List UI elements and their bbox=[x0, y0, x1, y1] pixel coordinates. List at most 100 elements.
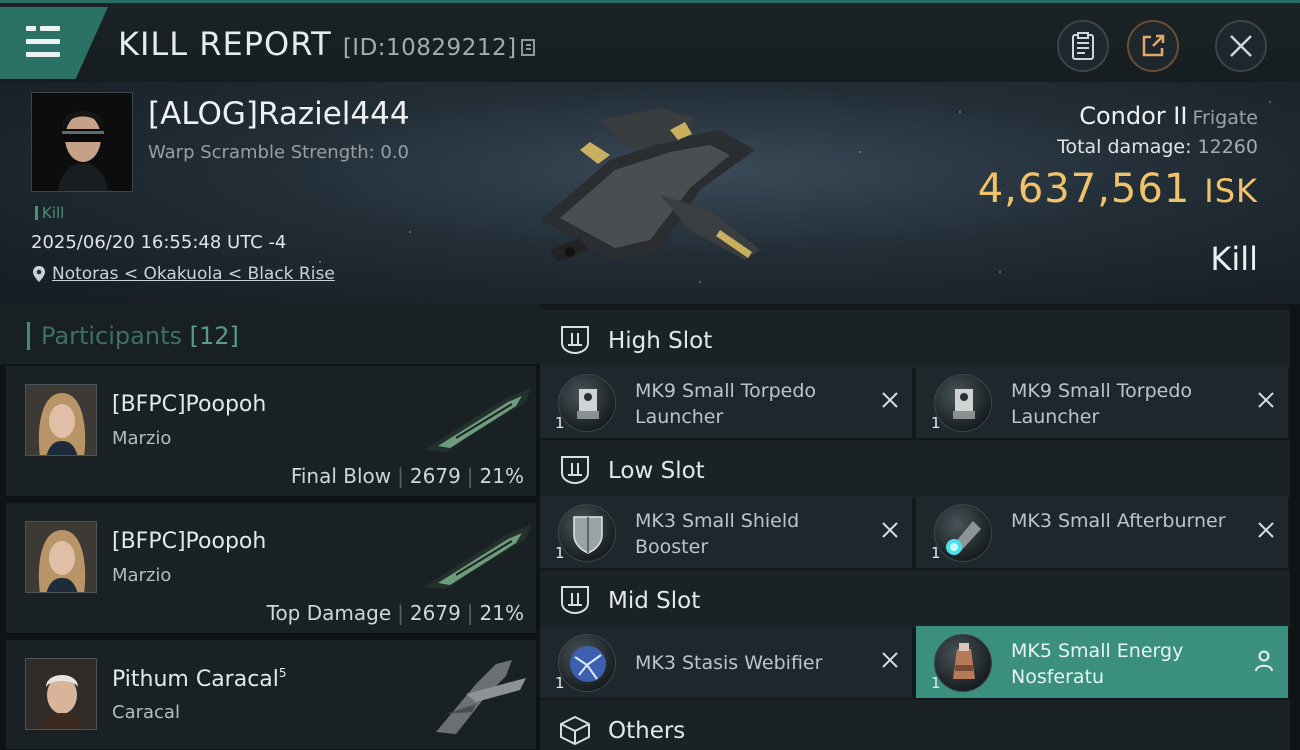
participants-count: [12] bbox=[189, 322, 239, 350]
total-damage-value: 12260 bbox=[1197, 136, 1258, 158]
low-slot-header: Low Slot bbox=[540, 440, 1290, 498]
module-quantity: 1 bbox=[555, 544, 565, 562]
victim-portrait-image bbox=[32, 93, 132, 191]
participant-damage: 2679 bbox=[409, 601, 461, 625]
destroyed-icon bbox=[1258, 522, 1274, 538]
high-slot-icon bbox=[561, 326, 589, 355]
kill-timestamp: 2025/06/20 16:55:48 UTC -4 bbox=[31, 232, 287, 253]
stasis-webifier-icon bbox=[558, 634, 616, 692]
isk-value: 4,637,561 ISK bbox=[978, 166, 1258, 212]
warp-scramble-strength: Warp Scramble Strength: 0.0 bbox=[148, 142, 410, 163]
module-name: MK5 Small Energy Nosferatu bbox=[1011, 640, 1184, 688]
module-slot[interactable]: 1 MK3 Small Shield Booster bbox=[540, 496, 912, 568]
afterburner-icon bbox=[934, 504, 992, 562]
share-button[interactable] bbox=[1127, 20, 1179, 72]
fitting-panel: High Slot 1 MK9 Small Torpedo Launcher 1… bbox=[540, 304, 1290, 750]
report-id: [ID:10829212] bbox=[342, 35, 517, 61]
participants-title-text: Participants bbox=[41, 322, 182, 350]
copy-icon[interactable] bbox=[520, 39, 535, 56]
module-slot[interactable]: 1 MK9 Small Torpedo Launcher bbox=[916, 366, 1288, 438]
participant-avatar bbox=[25, 521, 97, 593]
shield-booster-icon bbox=[558, 504, 616, 562]
person-icon bbox=[1255, 650, 1273, 672]
top-bar: KILL REPORT [ID:10829212] bbox=[0, 0, 1300, 82]
destroyed-icon bbox=[1258, 392, 1274, 408]
kill-tag: Kill bbox=[35, 204, 64, 222]
participants-title: Participants [12] bbox=[27, 322, 239, 350]
module-name: MK3 Small Afterburner bbox=[1011, 510, 1226, 532]
destroyed-icon bbox=[882, 522, 898, 538]
ship-info: Condor II Frigate Total damage: 12260 4,… bbox=[978, 102, 1258, 212]
participant-stat-label: Final Blow bbox=[290, 464, 392, 488]
torpedo-launcher-icon bbox=[558, 374, 616, 432]
participant-avatar bbox=[25, 384, 97, 456]
victim-name[interactable]: [ALOG]Raziel444 bbox=[148, 96, 410, 132]
module-quantity: 1 bbox=[931, 414, 941, 432]
module-name: MK9 Small Torpedo Launcher bbox=[1011, 380, 1193, 428]
clipboard-icon bbox=[1072, 32, 1094, 60]
result-label: Kill bbox=[1210, 240, 1258, 278]
module-quantity: 1 bbox=[931, 544, 941, 562]
total-damage: Total damage: 12260 bbox=[978, 136, 1258, 158]
mid-slot-title: Mid Slot bbox=[608, 588, 701, 614]
share-icon bbox=[1142, 34, 1165, 57]
page-title-text: KILL REPORT bbox=[118, 25, 332, 63]
menu-button[interactable] bbox=[0, 7, 108, 79]
participant-name: [BFPC]Poopoh bbox=[112, 529, 267, 554]
participant-percent: 21% bbox=[479, 464, 524, 488]
victim-avatar[interactable] bbox=[31, 92, 133, 192]
participant-name-text: Pithum Caracal bbox=[112, 667, 279, 692]
participant-row[interactable]: [BFPC]Poopoh Marzio Top Damage | 2679 | 21% bbox=[6, 503, 536, 634]
module-slot[interactable]: 1 MK3 Small Afterburner bbox=[916, 496, 1288, 568]
module-quantity: 1 bbox=[555, 414, 565, 432]
low-slot-icon bbox=[561, 456, 589, 485]
others-title: Others bbox=[608, 718, 686, 744]
module-name: MK9 Small Torpedo Launcher bbox=[635, 380, 817, 428]
high-slot-title: High Slot bbox=[608, 328, 713, 354]
high-slot-header: High Slot bbox=[540, 310, 1290, 368]
cargo-box-icon bbox=[560, 715, 590, 745]
participant-ship-image bbox=[436, 660, 526, 734]
participant-ship: Marzio bbox=[112, 428, 172, 449]
module-name: MK3 Small Shield Booster bbox=[635, 510, 800, 558]
module-name: MK3 Stasis Webifier bbox=[635, 652, 823, 674]
victim-banner: [ALOG]Raziel444 Warp Scramble Strength: … bbox=[0, 82, 1300, 304]
participant-stat-label: Top Damage bbox=[266, 601, 392, 625]
participant-name-superscript: 5 bbox=[278, 666, 287, 680]
destroyed-icon bbox=[882, 652, 898, 668]
others-header: Others bbox=[540, 700, 1290, 750]
participant-avatar bbox=[25, 658, 97, 730]
location-pin-icon bbox=[33, 266, 45, 282]
module-quantity: 1 bbox=[555, 674, 565, 692]
participant-row[interactable]: Pithum Caracal5 Caracal bbox=[6, 640, 536, 750]
torpedo-launcher-icon bbox=[934, 374, 992, 432]
participants-header: Participants [12] bbox=[0, 304, 540, 364]
ship-name[interactable]: Condor II bbox=[1079, 102, 1187, 130]
participant-name: Pithum Caracal5 bbox=[112, 666, 287, 692]
participant-ship-image bbox=[424, 525, 531, 589]
participant-damage: 2679 bbox=[409, 464, 461, 488]
isk-unit: ISK bbox=[1204, 172, 1258, 210]
module-slot[interactable]: 1 MK3 Stasis Webifier bbox=[540, 626, 912, 698]
mid-slot-icon bbox=[561, 586, 589, 615]
module-slot-highlighted[interactable]: 1 MK5 Small Energy Nosferatu bbox=[916, 626, 1288, 698]
location-link[interactable]: Notoras < Okakuola < Black Rise bbox=[52, 264, 335, 284]
clipboard-button[interactable] bbox=[1057, 20, 1109, 72]
participant-stats: Final Blow | 2679 | 21% bbox=[290, 464, 524, 488]
participant-ship: Caracal bbox=[112, 702, 180, 723]
total-damage-label: Total damage: bbox=[1057, 136, 1192, 158]
module-slot[interactable]: 1 MK9 Small Torpedo Launcher bbox=[540, 366, 912, 438]
mid-slot-header: Mid Slot bbox=[540, 570, 1290, 628]
victim-ship-image bbox=[540, 108, 760, 262]
participant-name: [BFPC]Poopoh bbox=[112, 392, 267, 417]
page-title: KILL REPORT [ID:10829212] bbox=[118, 25, 535, 63]
isk-amount: 4,637,561 bbox=[977, 166, 1191, 212]
participant-ship-image bbox=[424, 388, 531, 452]
module-quantity: 1 bbox=[931, 674, 941, 692]
participant-row[interactable]: [BFPC]Poopoh Marzio Final Blow | 2679 | 21% bbox=[6, 366, 536, 497]
close-button[interactable] bbox=[1215, 20, 1267, 72]
low-slot-title: Low Slot bbox=[608, 458, 705, 484]
kill-location: Notoras < Okakuola < Black Rise bbox=[32, 264, 335, 284]
close-icon bbox=[1230, 35, 1252, 57]
energy-nosferatu-icon bbox=[934, 634, 992, 692]
